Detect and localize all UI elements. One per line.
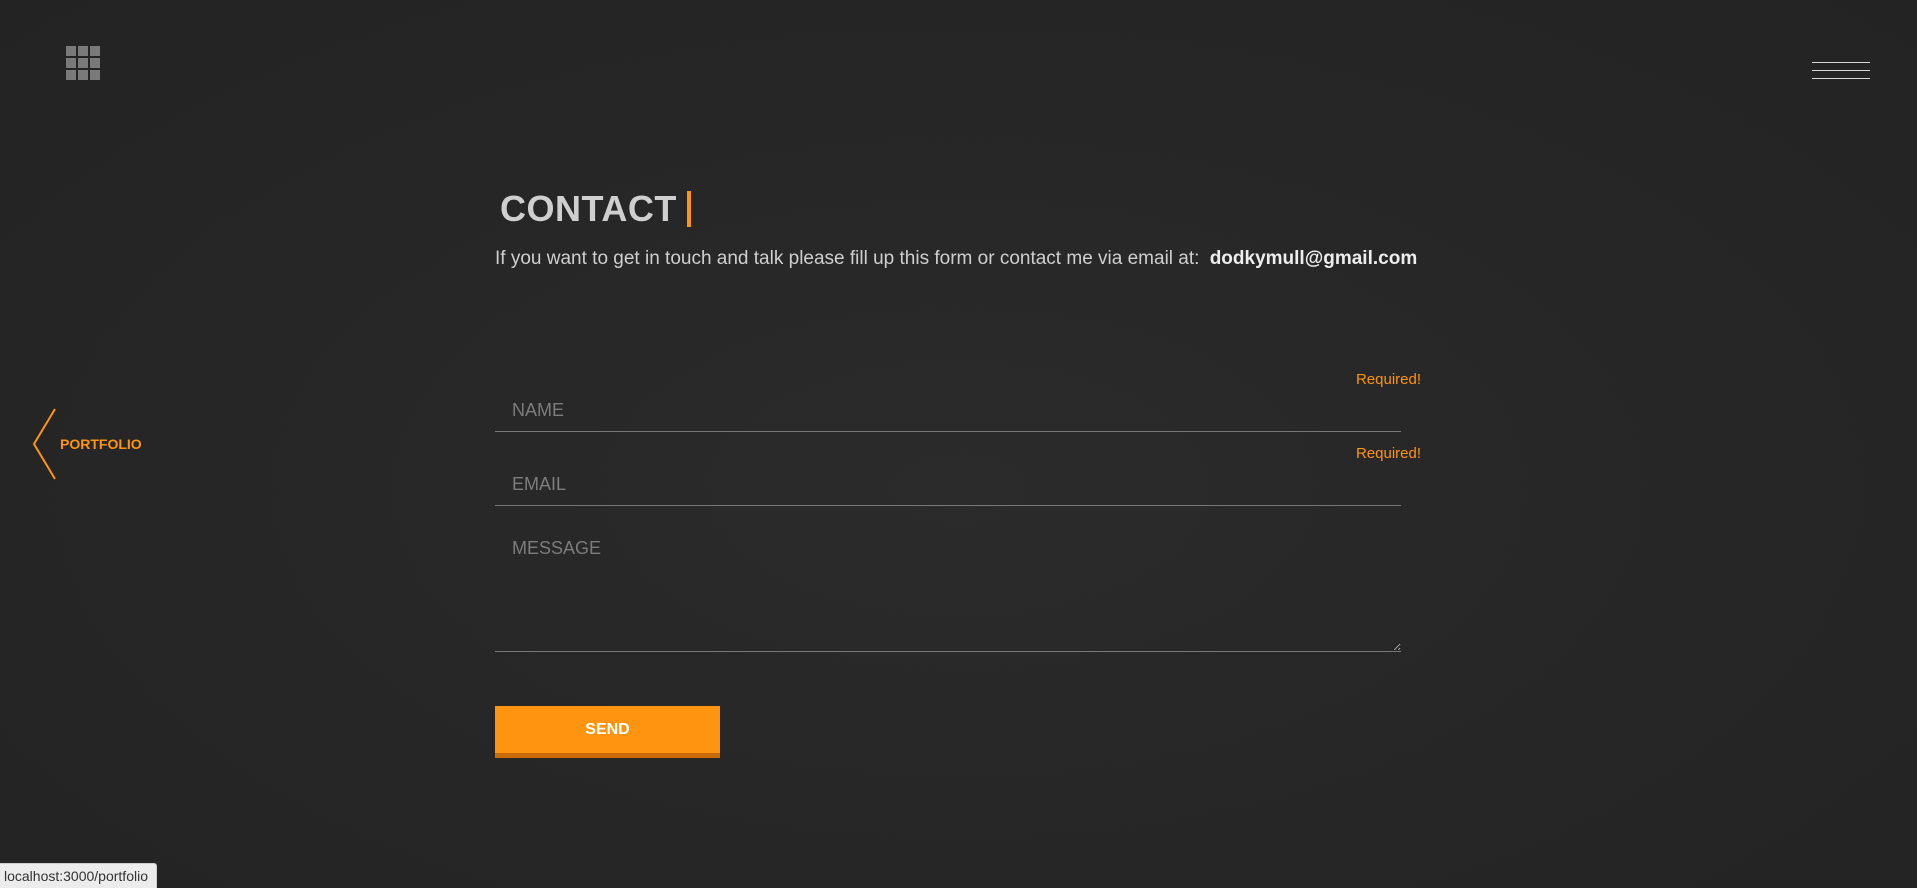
name-required-error: Required! xyxy=(1355,371,1421,388)
grid-icon[interactable] xyxy=(66,46,101,81)
send-button[interactable]: SEND xyxy=(495,706,720,758)
chevron-left-icon xyxy=(32,408,56,480)
contact-email[interactable]: dodkymull@gmail.com xyxy=(1210,248,1418,269)
intro-sentence: If you want to get in touch and talk ple… xyxy=(495,248,1200,269)
grid-cell xyxy=(66,70,76,80)
prev-page-label: PORTFOLIO xyxy=(60,436,142,452)
message-field-group xyxy=(495,526,1401,657)
grid-cell xyxy=(90,70,100,80)
hamburger-line xyxy=(1812,70,1870,71)
grid-cell xyxy=(66,46,76,56)
title-cursor xyxy=(686,191,691,227)
page-title-row: CONTACT xyxy=(500,188,1425,230)
email-field-group: Required! xyxy=(495,442,1421,526)
email-input[interactable] xyxy=(495,464,1401,506)
intro-text: If you want to get in touch and talk ple… xyxy=(495,248,1425,270)
grid-cell xyxy=(78,46,88,56)
email-required-error: Required! xyxy=(1355,445,1421,462)
prev-page-link[interactable]: PORTFOLIO xyxy=(32,408,162,480)
message-textarea[interactable] xyxy=(495,526,1401,652)
name-field-group: Required! xyxy=(495,368,1421,442)
grid-cell xyxy=(90,46,100,56)
grid-cell xyxy=(78,58,88,68)
grid-cell xyxy=(66,58,76,68)
hamburger-line xyxy=(1812,78,1870,79)
name-input[interactable] xyxy=(495,390,1401,432)
contact-section: CONTACT If you want to get in touch and … xyxy=(495,188,1425,270)
browser-status-bar: localhost:3000/portfolio xyxy=(0,863,157,888)
contact-form: Required! Required! xyxy=(495,368,1455,657)
page-title: CONTACT xyxy=(500,188,677,229)
hamburger-menu-button[interactable] xyxy=(1812,62,1870,84)
hamburger-line xyxy=(1812,62,1870,63)
grid-cell xyxy=(90,58,100,68)
grid-cell xyxy=(78,70,88,80)
